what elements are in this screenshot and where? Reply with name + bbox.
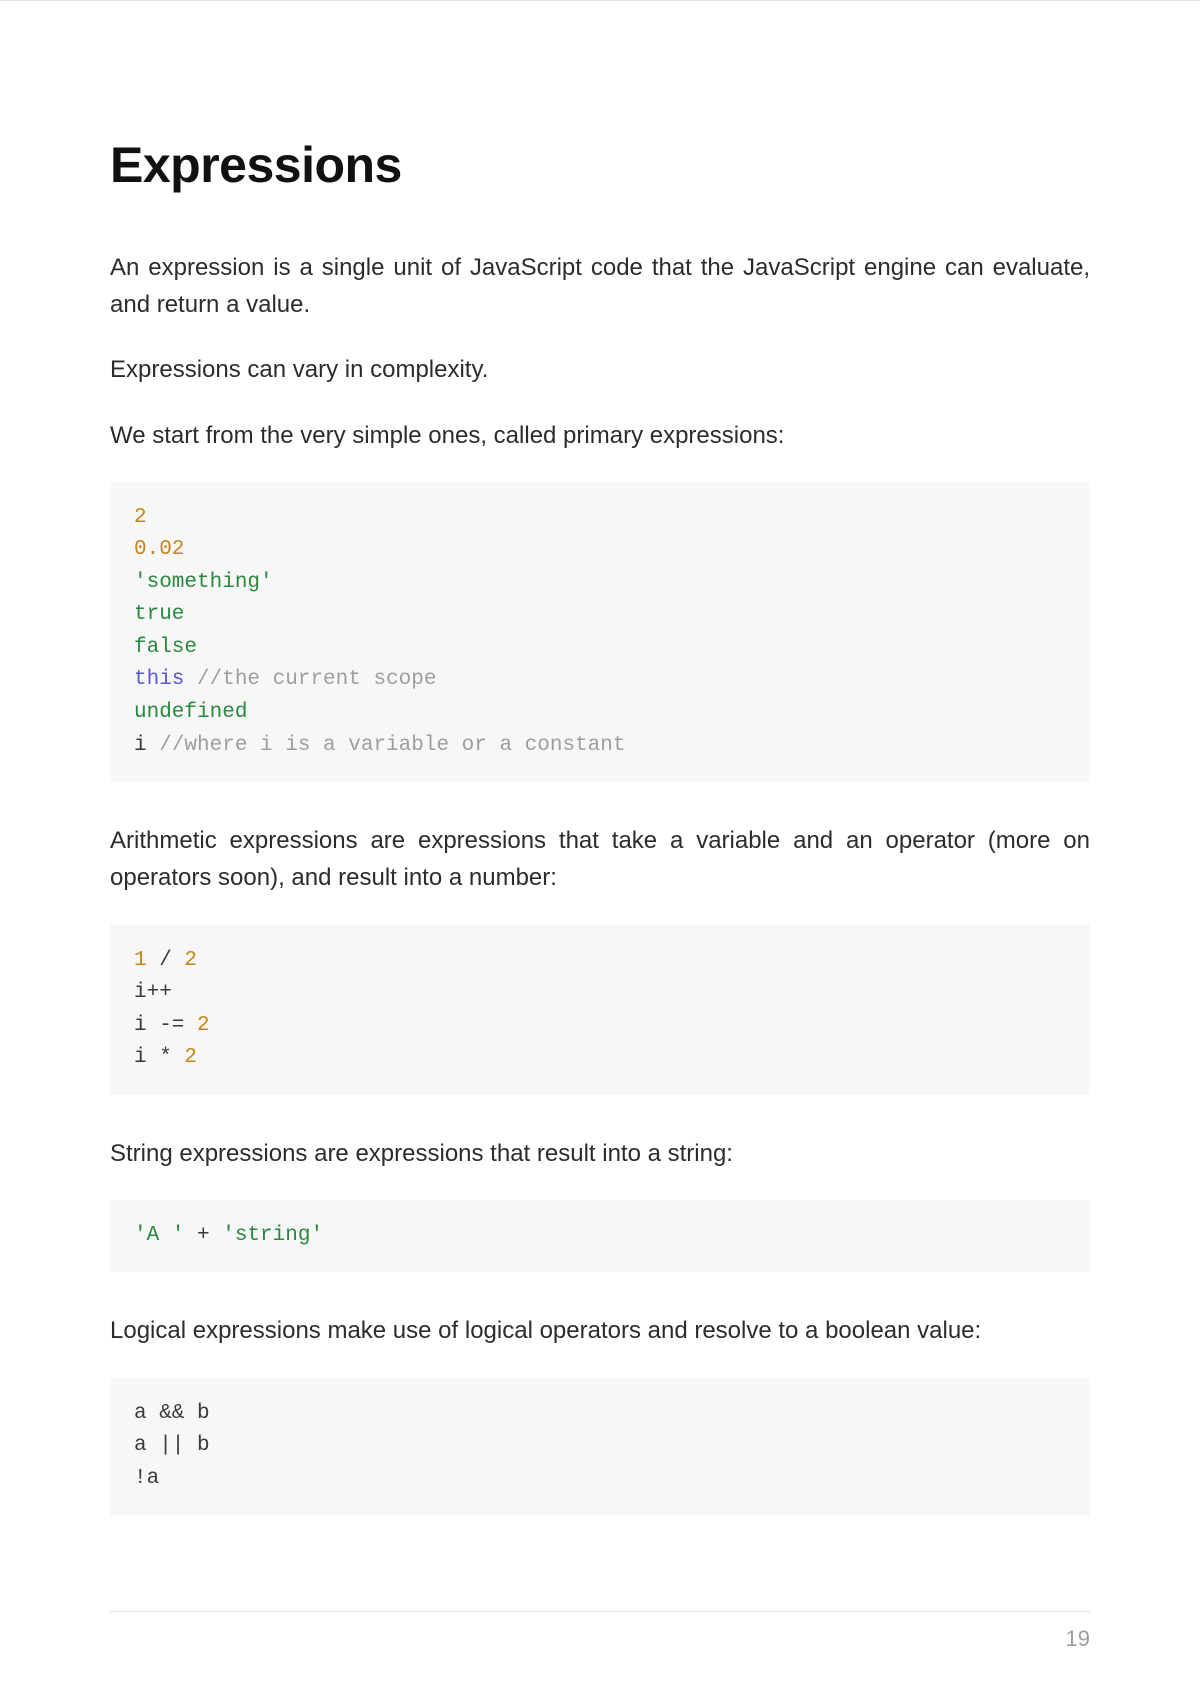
code-token-keyword: this: [134, 668, 184, 691]
page-number: 19: [1066, 1626, 1090, 1652]
code-token: !a: [134, 1467, 159, 1490]
footer-divider: [110, 1611, 1090, 1612]
code-block-logical-expressions: a && b a || b !a: [110, 1378, 1090, 1516]
code-token: /: [147, 949, 185, 972]
page-heading: Expressions: [110, 136, 1090, 194]
code-token-keyword: true: [134, 603, 184, 626]
code-token-number: 2: [134, 506, 147, 529]
code-token: a || b: [134, 1434, 210, 1457]
code-token-string: 'string': [222, 1224, 323, 1247]
code-token-string: 'something': [134, 571, 273, 594]
code-token-number: 2: [197, 1014, 210, 1037]
paragraph: Arithmetic expressions are expressions t…: [110, 822, 1090, 896]
code-token-number: 0.02: [134, 538, 184, 561]
code-token: a && b: [134, 1402, 210, 1425]
code-token-number: 2: [184, 1046, 197, 1069]
code-token-comment: //the current scope: [184, 668, 436, 691]
code-block-arithmetic-expressions: 1 / 2 i++ i -= 2 i * 2: [110, 925, 1090, 1095]
paragraph: String expressions are expressions that …: [110, 1135, 1090, 1172]
code-token: i *: [134, 1046, 184, 1069]
code-token-number: 1: [134, 949, 147, 972]
code-token-keyword: false: [134, 636, 197, 659]
code-token-comment: //where i is a variable or a constant: [147, 734, 626, 757]
paragraph: We start from the very simple ones, call…: [110, 417, 1090, 454]
document-page: Expressions An expression is a single un…: [0, 0, 1200, 1697]
code-block-string-expressions: 'A ' + 'string': [110, 1200, 1090, 1273]
code-block-primary-expressions: 2 0.02 'something' true false this //the…: [110, 482, 1090, 782]
code-token: i++: [134, 981, 172, 1004]
paragraph: An expression is a single unit of JavaSc…: [110, 249, 1090, 323]
code-token-keyword: undefined: [134, 701, 247, 724]
paragraph: Expressions can vary in complexity.: [110, 351, 1090, 388]
paragraph: Logical expressions make use of logical …: [110, 1312, 1090, 1349]
code-token: i -=: [134, 1014, 197, 1037]
code-token: i: [134, 734, 147, 757]
code-token-string: 'A ': [134, 1224, 184, 1247]
code-token: +: [184, 1224, 222, 1247]
code-token-number: 2: [184, 949, 197, 972]
